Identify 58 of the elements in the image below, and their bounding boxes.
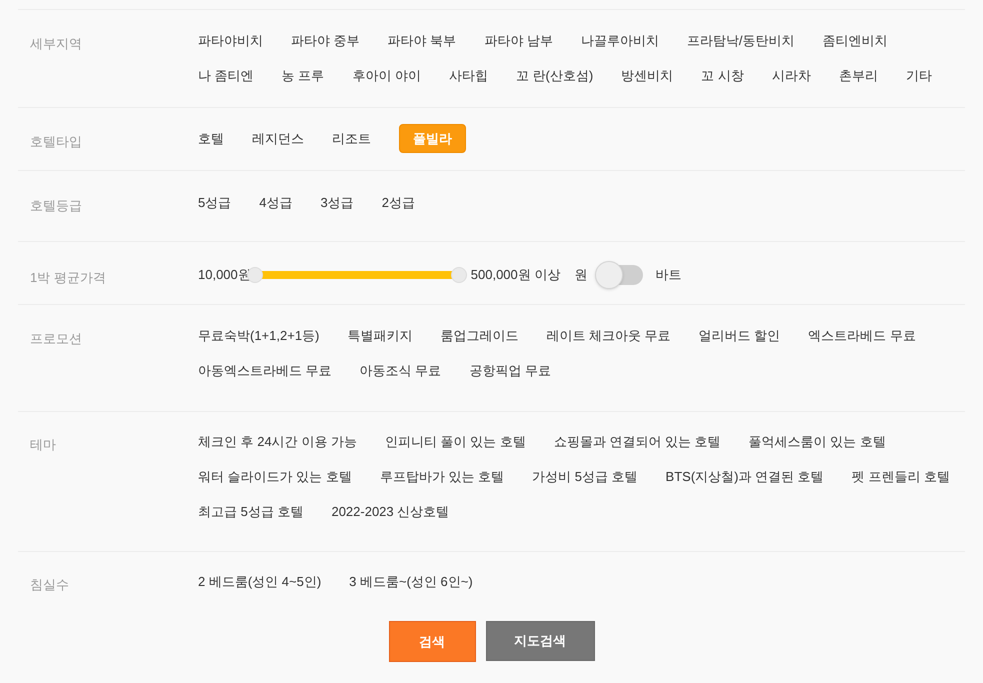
filter-option[interactable]: 특별패키지 [347,321,412,350]
price-max: 500,000원 이상 [470,266,560,284]
filter-option[interactable]: 파타야 북부 [388,26,456,55]
filter-label: 침실수 [30,577,69,592]
filter-option[interactable]: 나 좀티엔 [198,61,254,90]
filter-option[interactable]: 무료숙박(1+1,2+1등) [198,321,320,350]
filter-option[interactable]: 4성급 [259,188,292,217]
filter-option[interactable]: 아동엑스트라베드 무료 [198,356,332,385]
filter-option[interactable]: 2성급 [382,188,415,217]
filter-option[interactable]: 2022-2023 신상호텔 [331,497,450,526]
filter-label: 1박 평균가격 [30,270,106,285]
filter-label: 프로모션 [30,331,82,346]
filter-option[interactable]: 펫 프렌들리 호텔 [852,462,950,491]
filter-option[interactable]: 3 베드룸~(성인 6인~) [349,567,473,596]
filter-option[interactable]: BTS(지상철)과 연결된 호텔 [666,462,824,491]
filter-option[interactable]: 레이트 체크아웃 무료 [546,321,671,350]
map-search-button[interactable]: 지도검색 [486,621,594,661]
filter-option[interactable]: 호텔 [198,124,224,153]
filter-option[interactable]: 사타힙 [448,61,488,90]
filter-label: 호텔등급 [30,198,82,213]
filter-option[interactable]: 루프탑바가 있는 호텔 [380,462,504,491]
filter-option[interactable]: 체크인 후 24시간 이용 가능 [198,427,357,456]
slider-handle[interactable] [450,266,467,282]
filter-option[interactable]: 나끌루아비치 [580,26,659,55]
filter-label: 테마 [30,437,56,452]
filter-option[interactable]: 꼬 란(산호섬) [516,61,594,90]
filter-label: 세부지역 [30,36,82,51]
filter-option[interactable]: 파타야비치 [198,26,263,55]
filter-option[interactable]: 꼬 시창 [701,61,744,90]
filter-option[interactable]: 쇼핑몰과 연결되어 있는 호텔 [554,427,721,456]
filter-option[interactable]: 후아이 야이 [352,61,421,90]
filter-option[interactable]: 방센비치 [621,61,674,90]
filter-option[interactable]: 아동조식 무료 [360,356,442,385]
filter-option[interactable]: 시라차 [772,61,811,90]
filter-option[interactable]: 최고급 5성급 호텔 [198,497,304,526]
filter-label: 호텔타입 [30,134,82,149]
currency-label: 원 [574,266,588,284]
filter-option[interactable]: 엑스트라베드 무료 [808,321,916,350]
filter-option[interactable]: 워터 슬라이드가 있는 호텔 [198,462,352,491]
filter-option[interactable]: 프라탐낙/동탄비치 [686,26,794,55]
filter-option[interactable]: 레지던스 [252,124,304,153]
currency-label: 바트 [655,266,682,284]
filter-option[interactable]: 3성급 [320,188,354,217]
filter-option[interactable]: 파타야 중부 [291,26,360,55]
filter-option[interactable]: 리조트 [332,124,371,153]
filter-option[interactable]: 기타 [906,61,932,90]
filter-option[interactable]: 농 프루 [282,61,324,90]
filter-option[interactable]: 5성급 [198,188,232,217]
filter-option[interactable]: 인피니티 풀이 있는 호텔 [384,427,526,456]
filter-option[interactable]: 좀티엔비치 [822,26,888,55]
filter-option[interactable]: 2 베드룸(성인 4~5인) [198,567,322,596]
filter-option[interactable]: 파타야 남부 [484,26,553,55]
filter-option[interactable]: 가성비 5성급 호텔 [532,462,638,491]
filter-option[interactable]: 풀억세스룸이 있는 호텔 [748,427,886,456]
filter-option[interactable]: 공항픽업 무료 [469,356,551,385]
filter-option[interactable]: 얼리버드 할인 [698,321,780,350]
filter-option[interactable]: 룸업그레이드 [440,321,518,350]
filter-option[interactable]: 촌부리 [838,61,878,90]
